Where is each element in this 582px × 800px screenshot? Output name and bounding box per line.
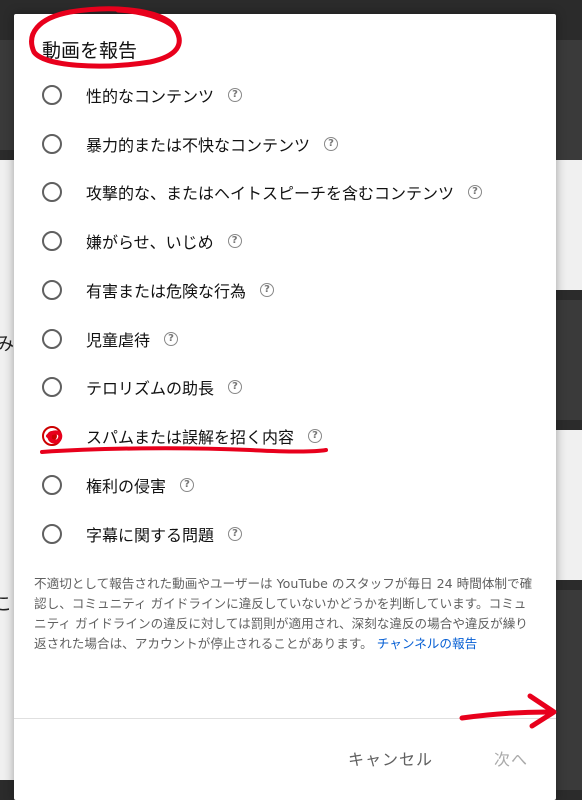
radio-button[interactable]: [42, 524, 62, 544]
radio-button[interactable]: [42, 329, 62, 349]
report-option-label: 攻撃的な、またはヘイトスピーチを含むコンテンツ: [86, 184, 455, 203]
report-notice: 不適切として報告された動画やユーザーは YouTube のスタッフが毎日 24 …: [34, 574, 536, 654]
background-thumbnail-left: [0, 40, 14, 150]
background-text-left-2: こ: [0, 594, 12, 615]
cancel-button[interactable]: キャンセル: [340, 740, 441, 776]
report-option-label: 性的なコンテンツ: [86, 87, 215, 106]
question-circle-icon[interactable]: ?: [468, 185, 483, 199]
report-option[interactable]: テロリズムの助長?: [42, 372, 243, 402]
report-option[interactable]: 権利の侵害?: [42, 470, 195, 500]
report-option-label: 暴力的または不快なコンテンツ: [86, 136, 311, 155]
radio-button[interactable]: [42, 475, 62, 495]
question-circle-icon[interactable]: ?: [227, 234, 242, 248]
radio-button[interactable]: [42, 280, 62, 300]
radio-button[interactable]: [42, 134, 62, 154]
background-panel-left: [0, 160, 14, 780]
radio-button[interactable]: [42, 182, 62, 202]
radio-button[interactable]: [42, 231, 62, 251]
dialog-title: 動画を報告: [42, 40, 138, 62]
radio-button[interactable]: [42, 377, 62, 397]
report-option-label: 有害または危険な行為: [86, 282, 247, 301]
background-thumbnail-right-2: [556, 300, 582, 420]
background-text-left-1: み: [0, 334, 14, 355]
background-thumbnail-right-1: [556, 40, 582, 160]
question-circle-icon[interactable]: ?: [228, 527, 243, 541]
background-panel-right: [556, 160, 582, 290]
report-option[interactable]: 攻撃的な、またはヘイトスピーチを含むコンテンツ?: [42, 177, 483, 207]
report-channel-link[interactable]: チャンネルの報告: [377, 636, 477, 651]
report-option-label: 字幕に関する問題: [86, 526, 215, 545]
report-option[interactable]: 性的なコンテンツ?: [42, 80, 243, 110]
report-option[interactable]: 嫌がらせ、いじめ?: [42, 226, 242, 256]
footer-divider: [14, 718, 556, 719]
question-circle-icon[interactable]: ?: [260, 283, 275, 297]
report-video-dialog: 動画を報告 性的なコンテンツ? 暴力的または不快なコンテンツ? 攻撃的な、またはヘイ…: [14, 14, 556, 800]
background-panel-right-2: [556, 430, 582, 580]
report-option-label: スパムまたは誤解を招く内容: [86, 428, 295, 447]
next-button[interactable]: 次へ: [486, 740, 536, 776]
question-circle-icon[interactable]: ?: [228, 88, 243, 102]
question-circle-icon[interactable]: ?: [228, 380, 243, 394]
question-circle-icon[interactable]: ?: [180, 478, 195, 492]
radio-button[interactable]: [42, 426, 62, 446]
report-option-label: 児童虐待: [86, 331, 151, 350]
report-option-label: テロリズムの助長: [86, 379, 215, 398]
question-circle-icon[interactable]: ?: [324, 137, 339, 151]
question-circle-icon[interactable]: ?: [164, 332, 179, 346]
question-circle-icon[interactable]: ?: [308, 429, 323, 443]
report-option[interactable]: 有害または危険な行為?: [42, 275, 275, 305]
radio-button[interactable]: [42, 85, 62, 105]
report-option[interactable]: スパムまたは誤解を招く内容?: [42, 421, 323, 451]
report-option[interactable]: 暴力的または不快なコンテンツ?: [42, 129, 339, 159]
report-option[interactable]: 児童虐待?: [42, 324, 179, 354]
report-option-label: 権利の侵害: [86, 477, 167, 496]
report-option[interactable]: 字幕に関する問題?: [42, 519, 243, 549]
background-thumbnail-right-3: [556, 590, 582, 790]
report-option-label: 嫌がらせ、いじめ: [86, 233, 214, 252]
